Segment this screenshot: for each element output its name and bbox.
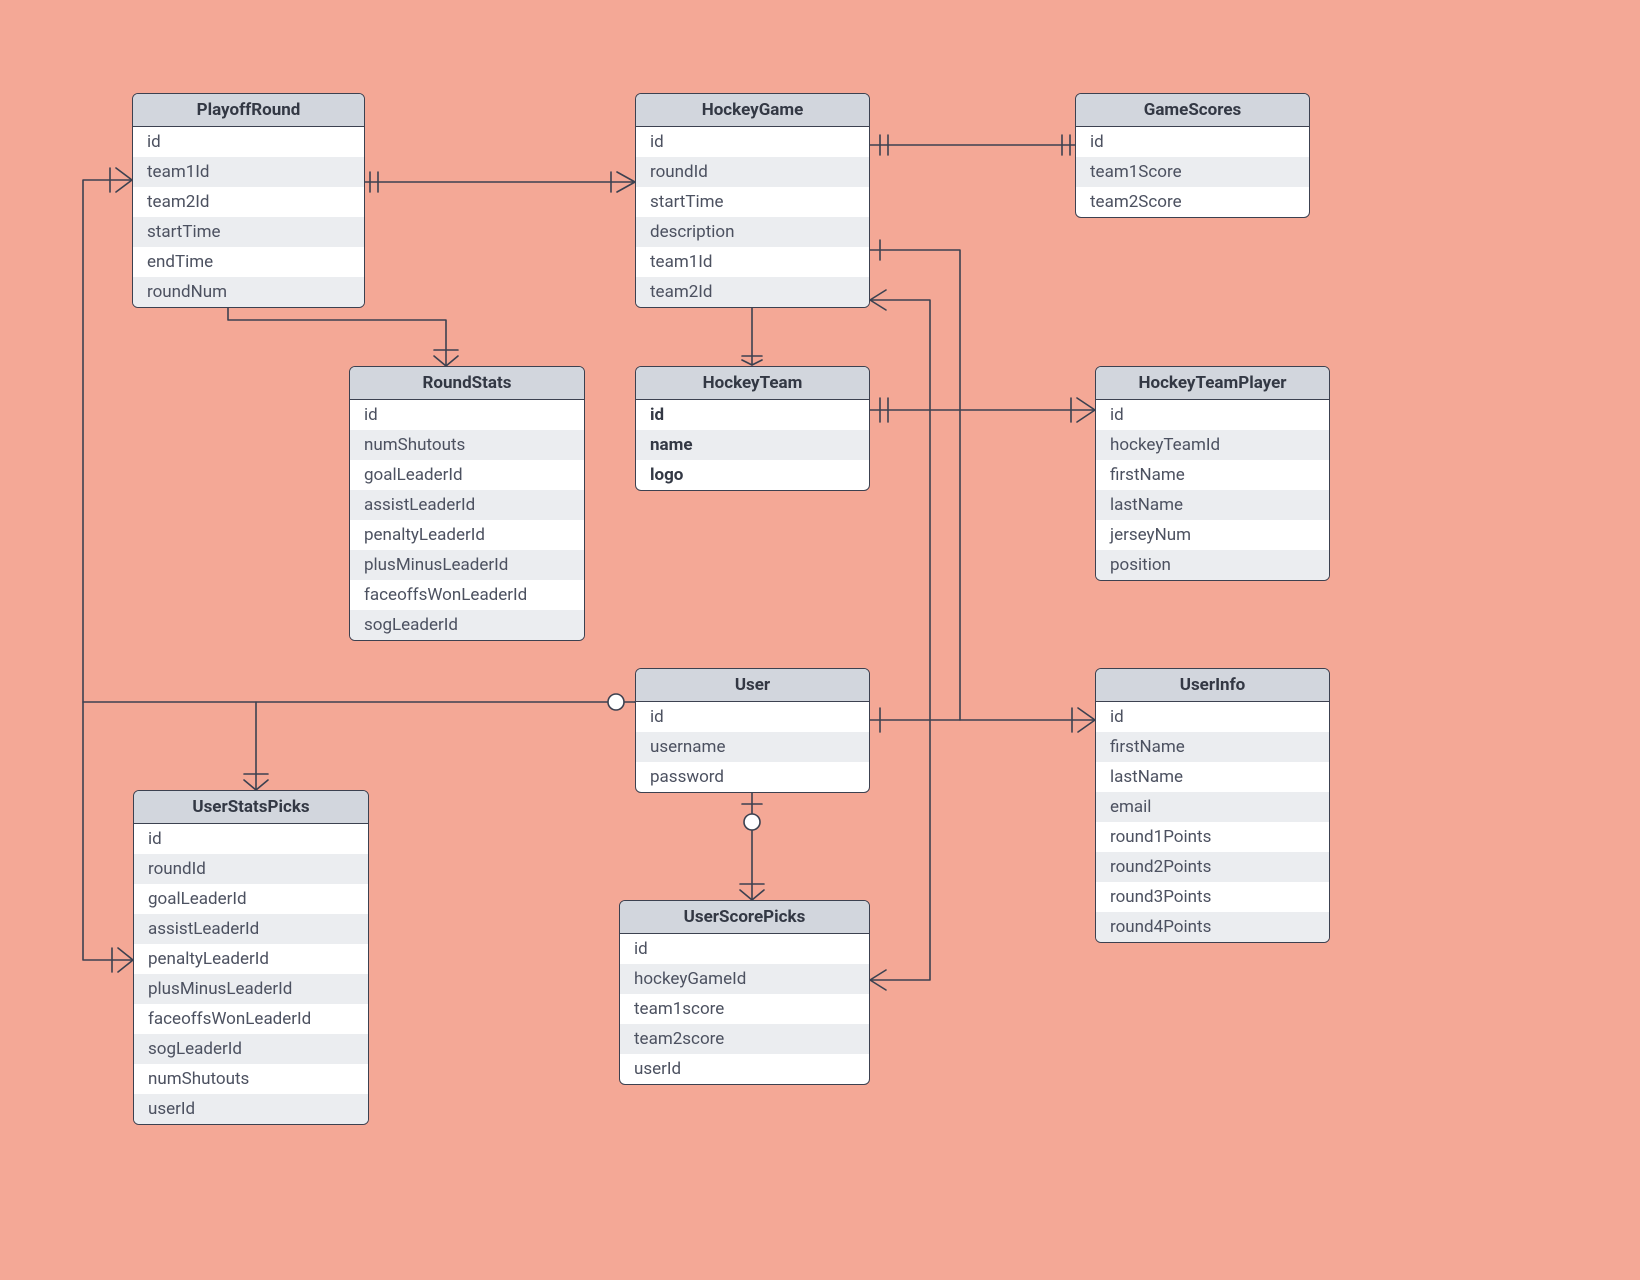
entity-title: User	[636, 669, 869, 702]
entity-title: PlayoffRound	[133, 94, 364, 127]
entity-field: sogLeaderId	[134, 1034, 368, 1064]
entity-field: lastName	[1096, 490, 1329, 520]
entity-field: id	[636, 702, 869, 732]
entity-hockeyteam[interactable]: HockeyTeamidnamelogo	[635, 366, 870, 491]
entity-field: team2score	[620, 1024, 869, 1054]
entity-title: UserInfo	[1096, 669, 1329, 702]
entity-field: numShutouts	[350, 430, 584, 460]
entity-title: UserScorePicks	[620, 901, 869, 934]
entity-field: name	[636, 430, 869, 460]
er-diagram-canvas: PlayoffRoundidteam1Idteam2IdstartTimeend…	[0, 0, 1640, 1280]
entity-field: faceoffsWonLeaderId	[350, 580, 584, 610]
entity-roundstats[interactable]: RoundStatsidnumShutoutsgoalLeaderIdassis…	[349, 366, 585, 641]
entity-field: id	[134, 824, 368, 854]
entity-field: id	[1096, 400, 1329, 430]
entity-title: HockeyTeam	[636, 367, 869, 400]
entity-field: username	[636, 732, 869, 762]
entity-field: roundId	[636, 157, 869, 187]
entity-field: penaltyLeaderId	[350, 520, 584, 550]
entity-field: id	[350, 400, 584, 430]
entity-field: roundNum	[133, 277, 364, 307]
entity-field: team1Id	[636, 247, 869, 277]
entity-field: plusMinusLeaderId	[134, 974, 368, 1004]
entity-field: id	[636, 127, 869, 157]
entity-field: team1Score	[1076, 157, 1309, 187]
entity-gamescores[interactable]: GameScoresidteam1Scoreteam2Score	[1075, 93, 1310, 218]
entity-hockeyteamplayer[interactable]: HockeyTeamPlayeridhockeyTeamIdfirstNamel…	[1095, 366, 1330, 581]
entity-field: round3Points	[1096, 882, 1329, 912]
entity-field: firstName	[1096, 460, 1329, 490]
entity-field: firstName	[1096, 732, 1329, 762]
entity-field: round2Points	[1096, 852, 1329, 882]
entity-field: faceoffsWonLeaderId	[134, 1004, 368, 1034]
entity-field: jerseyNum	[1096, 520, 1329, 550]
entity-field: userId	[620, 1054, 869, 1084]
entity-playoffround[interactable]: PlayoffRoundidteam1Idteam2IdstartTimeend…	[132, 93, 365, 308]
entity-field: startTime	[636, 187, 869, 217]
entity-field: description	[636, 217, 869, 247]
entity-field: hockeyGameId	[620, 964, 869, 994]
entity-title: HockeyTeamPlayer	[1096, 367, 1329, 400]
entity-field: round1Points	[1096, 822, 1329, 852]
entity-userscorepicks[interactable]: UserScorePicksidhockeyGameIdteam1scorete…	[619, 900, 870, 1085]
entity-field: id	[636, 400, 869, 430]
entity-field: roundId	[134, 854, 368, 884]
entity-field: assistLeaderId	[134, 914, 368, 944]
entity-field: plusMinusLeaderId	[350, 550, 584, 580]
entity-field: userId	[134, 1094, 368, 1124]
entity-field: email	[1096, 792, 1329, 822]
entity-field: goalLeaderId	[134, 884, 368, 914]
entity-field: penaltyLeaderId	[134, 944, 368, 974]
entity-hockeygame[interactable]: HockeyGameidroundIdstartTimedescriptiont…	[635, 93, 870, 308]
entity-field: id	[620, 934, 869, 964]
entity-field: team1Id	[133, 157, 364, 187]
entity-user[interactable]: Useridusernamepassword	[635, 668, 870, 793]
entity-field: lastName	[1096, 762, 1329, 792]
entity-field: team2Score	[1076, 187, 1309, 217]
entity-field: id	[1076, 127, 1309, 157]
entity-userinfo[interactable]: UserInfoidfirstNamelastNameemailround1Po…	[1095, 668, 1330, 943]
entity-field: password	[636, 762, 869, 792]
entity-userstatspicks[interactable]: UserStatsPicksidroundIdgoalLeaderIdassis…	[133, 790, 369, 1125]
entity-field: id	[1096, 702, 1329, 732]
entity-field: assistLeaderId	[350, 490, 584, 520]
entity-field: team2Id	[133, 187, 364, 217]
entity-title: GameScores	[1076, 94, 1309, 127]
entity-field: goalLeaderId	[350, 460, 584, 490]
entity-field: id	[133, 127, 364, 157]
entity-field: sogLeaderId	[350, 610, 584, 640]
entity-field: team1score	[620, 994, 869, 1024]
entity-title: UserStatsPicks	[134, 791, 368, 824]
entity-field: logo	[636, 460, 869, 490]
entity-field: endTime	[133, 247, 364, 277]
entity-field: hockeyTeamId	[1096, 430, 1329, 460]
entity-field: team2Id	[636, 277, 869, 307]
entity-field: position	[1096, 550, 1329, 580]
entity-field: numShutouts	[134, 1064, 368, 1094]
entity-field: round4Points	[1096, 912, 1329, 942]
entity-title: HockeyGame	[636, 94, 869, 127]
entity-field: startTime	[133, 217, 364, 247]
entity-title: RoundStats	[350, 367, 584, 400]
